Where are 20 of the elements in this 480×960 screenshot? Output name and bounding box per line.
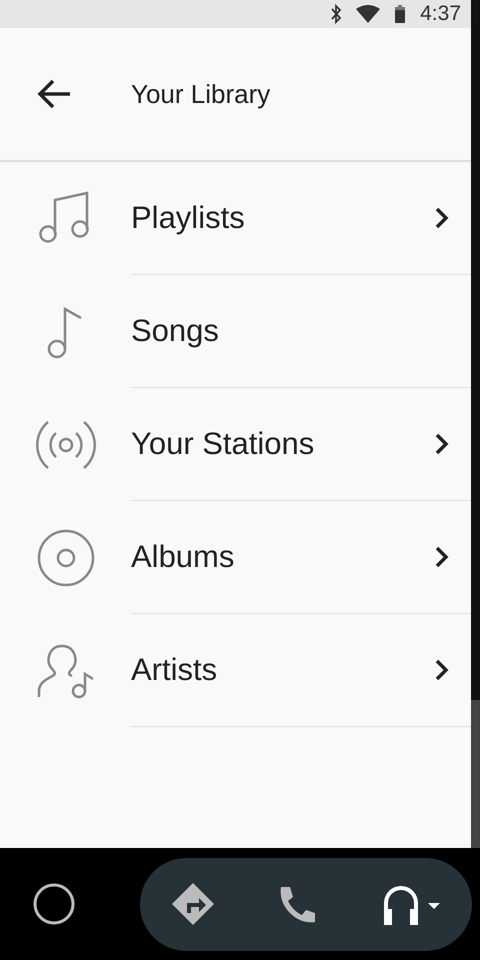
page-title: Your Library [131, 78, 270, 110]
item-label: Albums [131, 539, 234, 575]
chevron-right-icon [435, 207, 449, 229]
item-label: Artists [131, 652, 218, 688]
wifi-icon [356, 5, 380, 23]
chevron-right-icon [435, 433, 449, 455]
chevron-right-icon [435, 659, 449, 681]
person-note-icon [36, 642, 94, 698]
navigation-button[interactable] [170, 881, 216, 927]
battery-icon [394, 4, 406, 24]
item-label: Playlists [131, 200, 245, 236]
back-button[interactable] [36, 78, 72, 110]
disc-icon [36, 528, 94, 586]
status-time: 4:37 [420, 2, 461, 26]
chevron-right-icon [435, 546, 449, 568]
home-button[interactable] [32, 882, 76, 926]
item-label: Your Stations [131, 426, 314, 462]
item-label: Songs [131, 313, 219, 349]
broadcast-icon [34, 418, 96, 470]
bluetooth-icon [330, 4, 342, 24]
